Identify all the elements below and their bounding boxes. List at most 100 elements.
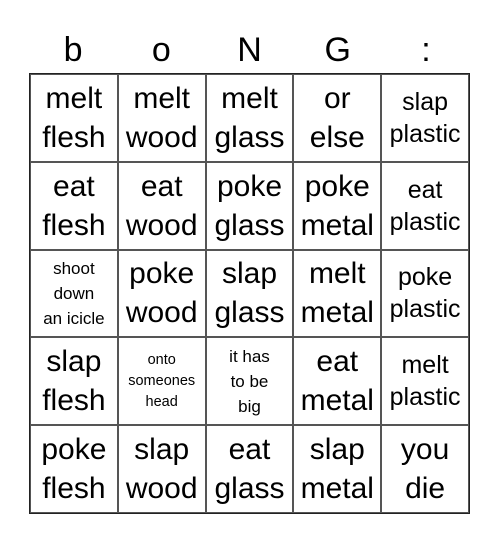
- cell-text: eat flesh: [42, 167, 105, 245]
- cell-text: onto someones head: [128, 350, 195, 413]
- cell-text: melt glass: [214, 79, 284, 157]
- cell-text: it has to be big: [229, 344, 270, 419]
- bingo-card-grid: melt flesh melt wood melt glass or else slap plas…: [29, 73, 470, 514]
- header-letter: :: [421, 31, 431, 69]
- bingo-cell[interactable]: melt glass: [205, 74, 294, 162]
- bingo-cell[interactable]: eat flesh: [30, 161, 118, 250]
- cell-text: poke plastic: [390, 261, 461, 325]
- cell-text: poke flesh: [41, 430, 106, 508]
- header-letter: o: [151, 31, 171, 69]
- cell-text-line: slap: [402, 87, 449, 116]
- cell-text-line: eat: [316, 345, 359, 379]
- bingo-cell[interactable]: eat plastic: [381, 161, 469, 250]
- bingo-cell[interactable]: eat glass: [205, 425, 294, 513]
- cell-text-line: melt: [401, 351, 449, 380]
- header-letter: G: [324, 31, 351, 69]
- bingo-cell[interactable]: slap flesh: [30, 337, 118, 426]
- cell-text-line: big: [238, 396, 261, 416]
- cell-text: poke glass: [214, 167, 284, 245]
- cell-text-line: or: [323, 81, 351, 115]
- cell-text-line: die: [405, 472, 446, 506]
- cell-text-line: someones: [128, 372, 196, 389]
- cell-text: slap plastic: [390, 86, 461, 150]
- cell-text-line: melt: [221, 81, 278, 115]
- cell-text-line: poke: [216, 169, 283, 203]
- cell-text: melt plastic: [390, 349, 461, 413]
- bingo-cell[interactable]: eat metal: [293, 337, 382, 426]
- cell-text-line: metal: [300, 384, 374, 418]
- cell-text-line: eat: [228, 433, 271, 467]
- header-letter: N: [237, 31, 262, 69]
- bingo-cell[interactable]: poke wood: [117, 249, 206, 338]
- cell-text-line: slap: [134, 433, 190, 467]
- bingo-cell[interactable]: melt flesh: [30, 74, 118, 162]
- bingo-cell[interactable]: melt wood: [117, 74, 206, 162]
- cell-text: melt metal: [301, 254, 374, 332]
- bingo-cell[interactable]: poke plastic: [381, 249, 469, 338]
- cell-text-line: to be: [230, 371, 269, 391]
- bingo-cell[interactable]: slap metal: [293, 425, 382, 513]
- cell-text-line: wood: [125, 472, 198, 506]
- cell-text-line: metal: [300, 472, 374, 506]
- cell-text-line: glass: [214, 472, 285, 506]
- cell-text: eat glass: [214, 430, 284, 508]
- bingo-cell[interactable]: onto someones head: [117, 337, 206, 426]
- cell-text-line: poke: [41, 433, 107, 467]
- cell-text-line: glass: [214, 120, 285, 154]
- bingo-cell[interactable]: poke flesh: [30, 425, 118, 513]
- bingo-cell[interactable]: poke glass: [205, 161, 294, 250]
- cell-text: or else: [310, 79, 365, 157]
- cell-text-line: poke: [304, 169, 370, 203]
- cell-text-line: plastic: [389, 119, 461, 148]
- cell-text-line: eat: [140, 169, 183, 203]
- bingo-cell[interactable]: eat wood: [117, 161, 206, 250]
- cell-text-line: eat: [407, 175, 443, 204]
- header-letter: b: [63, 31, 83, 69]
- cell-text-line: metal: [300, 296, 374, 330]
- bingo-header: b o N G :: [29, 28, 470, 73]
- cell-text-line: glass: [214, 208, 285, 242]
- bingo-cell[interactable]: melt plastic: [381, 337, 469, 426]
- bingo-cell[interactable]: it has to be big: [205, 337, 294, 426]
- bingo-cell[interactable]: slap glass: [205, 249, 294, 338]
- cell-text-line: melt: [133, 81, 191, 115]
- cell-text: eat wood: [126, 167, 198, 245]
- cell-text-line: plastic: [389, 295, 461, 324]
- bingo-cell[interactable]: poke metal: [293, 161, 382, 250]
- cell-text-line: plastic: [389, 383, 461, 412]
- cell-text: slap wood: [126, 430, 198, 508]
- cell-text-line: melt: [308, 257, 366, 291]
- bingo-cell[interactable]: slap wood: [117, 425, 206, 513]
- cell-text-line: melt: [45, 81, 103, 115]
- cell-text-line: slap: [46, 345, 102, 379]
- cell-text-line: down: [53, 283, 95, 303]
- cell-text-line: it has: [229, 346, 270, 366]
- cell-text-line: wood: [125, 208, 198, 242]
- cell-text-line: poke: [397, 263, 453, 292]
- cell-text-line: an icicle: [43, 308, 105, 328]
- cell-text-line: flesh: [42, 472, 106, 506]
- cell-text-line: slap: [309, 433, 365, 467]
- cell-text-line: poke: [129, 257, 195, 291]
- cell-text: slap flesh: [42, 342, 105, 420]
- cell-text-line: flesh: [42, 208, 106, 242]
- cell-text-line: shoot: [53, 258, 95, 278]
- cell-text-line: wood: [125, 120, 198, 154]
- cell-text-line: flesh: [42, 384, 106, 418]
- cell-text: eat plastic: [390, 174, 461, 238]
- cell-text-line: wood: [125, 296, 198, 330]
- bingo-cell[interactable]: you die: [381, 425, 469, 513]
- cell-text: you die: [401, 430, 449, 508]
- cell-text-line: onto: [147, 351, 176, 368]
- bingo-cell[interactable]: melt metal: [293, 249, 382, 338]
- cell-text-line: plastic: [389, 207, 461, 236]
- cell-text-line: eat: [53, 169, 95, 203]
- cell-text-line: you: [400, 433, 450, 467]
- cell-text: melt wood: [126, 79, 198, 157]
- bingo-cell[interactable]: shoot down an icicle: [30, 249, 118, 338]
- cell-text: shoot down an icicle: [43, 256, 104, 331]
- bingo-cell[interactable]: slap plastic: [381, 74, 469, 162]
- cell-text: poke wood: [126, 254, 198, 332]
- cell-text: melt flesh: [42, 79, 105, 157]
- bingo-cell[interactable]: or else: [293, 74, 382, 162]
